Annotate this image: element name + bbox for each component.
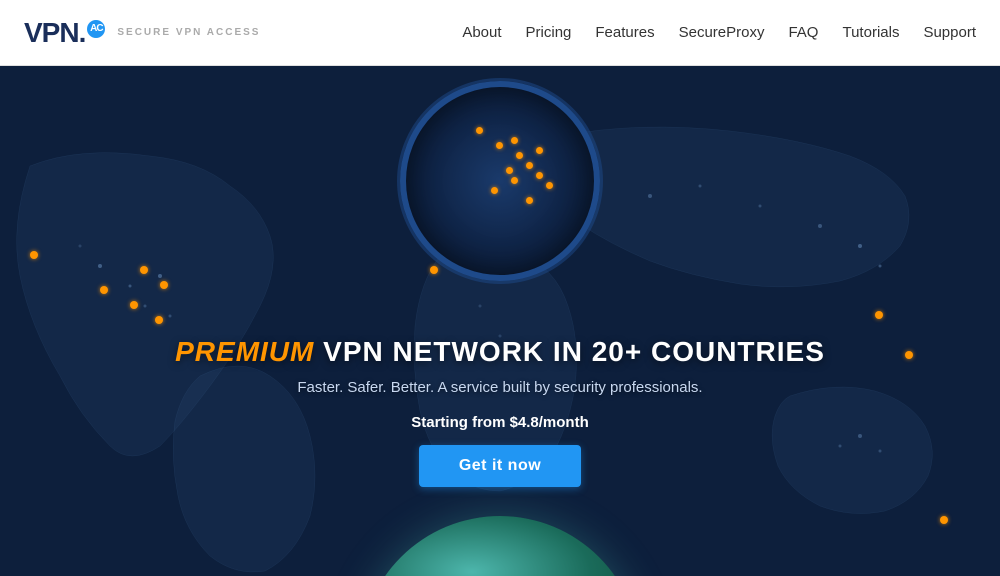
logo-area: VPN.AC SECURE VPN ACCESS (24, 17, 260, 49)
europe-dot-9 (536, 147, 543, 154)
nav-about[interactable]: About (462, 24, 501, 41)
location-dot-af1 (430, 266, 438, 274)
location-dot-na5 (160, 281, 168, 289)
location-dot-na1 (30, 251, 38, 259)
europe-dot-6 (511, 177, 518, 184)
hero-price: Starting from $4.8/month (175, 414, 825, 431)
hero-content: PREMIUM VPN NETWORK IN 20+ COUNTRIES Fas… (175, 335, 825, 487)
europe-dot-8 (511, 137, 518, 144)
main-nav: About Pricing Features SecureProxy FAQ T… (462, 24, 976, 41)
europe-dot-2 (496, 142, 503, 149)
hero-section: PREMIUM VPN NETWORK IN 20+ COUNTRIES Fas… (0, 66, 1000, 576)
location-dot-au1 (940, 516, 948, 524)
europe-dot-1 (476, 127, 483, 134)
europe-dot-3 (516, 152, 523, 159)
nav-faq[interactable]: FAQ (788, 24, 818, 41)
logo-text: VPN.AC (24, 17, 105, 49)
location-dot-na6 (140, 266, 148, 274)
hero-headline: PREMIUM VPN NETWORK IN 20+ COUNTRIES (175, 335, 825, 369)
site-header: VPN.AC SECURE VPN ACCESS About Pricing F… (0, 0, 1000, 66)
europe-dot-11 (546, 182, 553, 189)
cta-button[interactable]: Get it now (419, 445, 581, 487)
nav-pricing[interactable]: Pricing (526, 24, 572, 41)
europe-dot-5 (526, 162, 533, 169)
logo-tagline: SECURE VPN ACCESS (117, 27, 260, 38)
europe-dot-7 (491, 187, 498, 194)
magnifier-circle (400, 81, 600, 281)
location-dot-na4 (155, 316, 163, 324)
nav-support[interactable]: Support (923, 24, 976, 41)
nav-tutorials[interactable]: Tutorials (842, 24, 899, 41)
location-dot-na2 (100, 286, 108, 294)
hero-headline-premium: PREMIUM (175, 336, 314, 367)
location-dot-as1 (875, 311, 883, 319)
hero-headline-rest: VPN NETWORK IN 20+ COUNTRIES (314, 336, 825, 367)
nav-secureproxy[interactable]: SecureProxy (679, 24, 765, 41)
europe-dot-10 (536, 172, 543, 179)
nav-features[interactable]: Features (595, 24, 654, 41)
europe-dot-4 (506, 167, 513, 174)
hero-subheadline: Faster. Safer. Better. A service built b… (175, 379, 825, 396)
location-dot-as2 (905, 351, 913, 359)
europe-dot-12 (526, 197, 533, 204)
logo-badge: AC (87, 20, 105, 38)
location-dot-na3 (130, 301, 138, 309)
